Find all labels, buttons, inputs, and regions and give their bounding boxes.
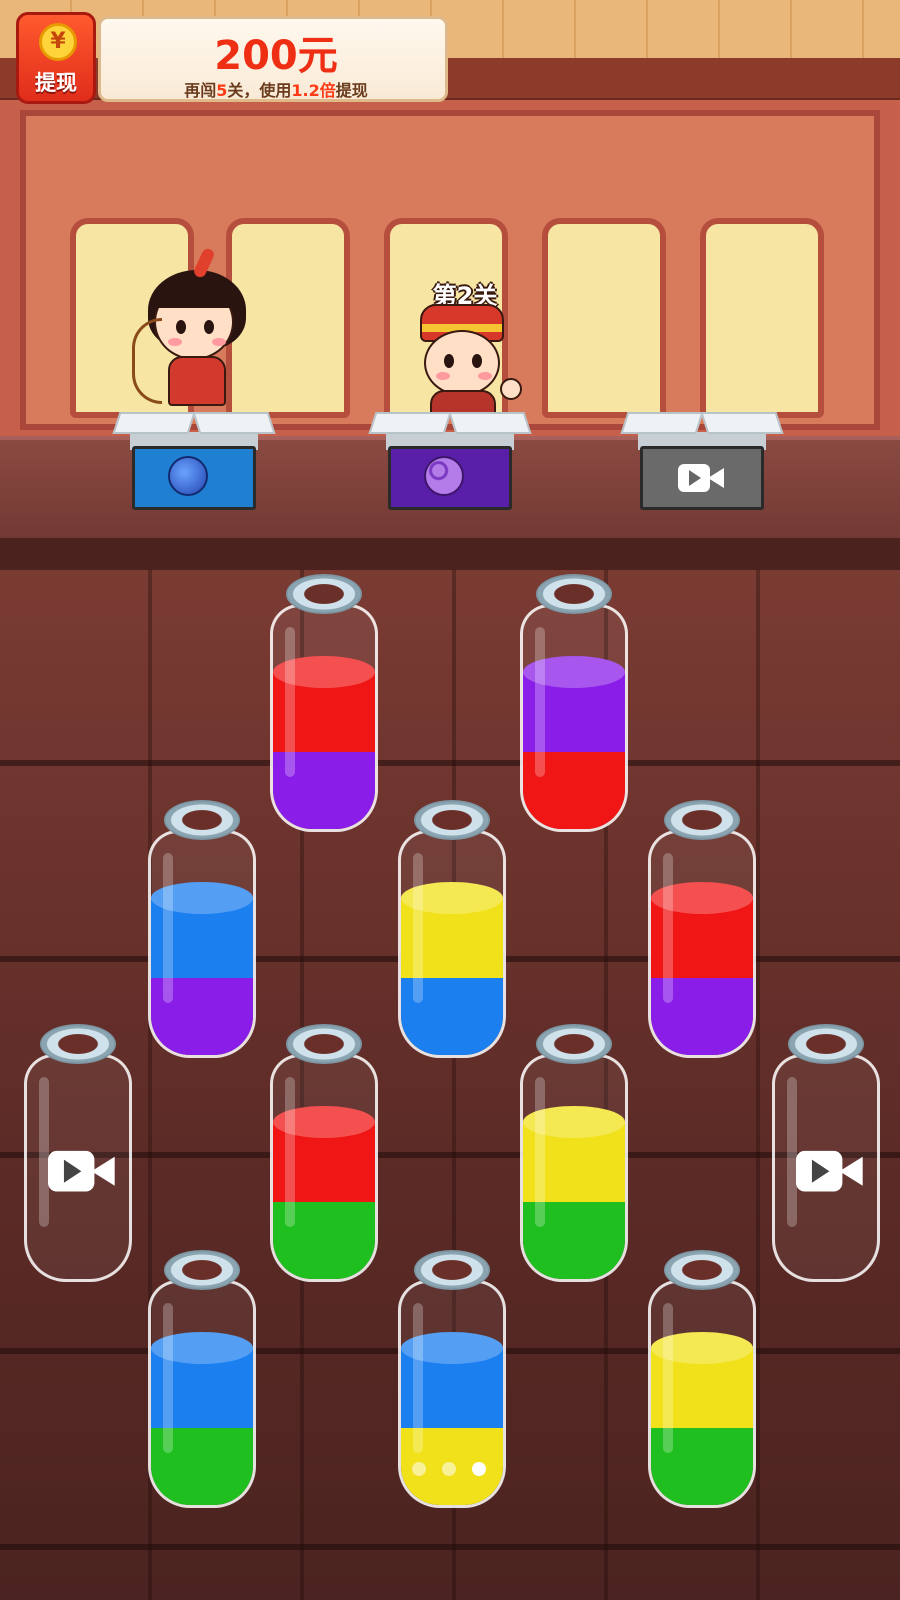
bottle[interactable] <box>520 574 628 832</box>
box-lid <box>112 412 196 434</box>
multiplier: 1.2倍 <box>291 81 336 100</box>
bottle-glass <box>648 1280 756 1508</box>
bangs <box>152 278 236 308</box>
video-icon[interactable] <box>48 1148 115 1194</box>
bottle[interactable] <box>270 1024 378 1282</box>
bottle-glass <box>270 604 378 832</box>
bottle-rim <box>164 1250 240 1290</box>
reward-amount: 200元 <box>214 33 338 79</box>
eye <box>204 320 214 334</box>
bottle[interactable] <box>398 800 506 1058</box>
progress-suffix: 提现 <box>335 81 368 100</box>
collection-box-blueberry <box>112 412 276 512</box>
bottle-rim <box>286 1024 362 1064</box>
video-icon[interactable] <box>796 1148 863 1194</box>
bottle-rim <box>414 800 490 840</box>
glass-shine <box>163 1303 173 1453</box>
eye <box>444 354 454 368</box>
bottle-glass <box>520 1054 628 1282</box>
reward-banner[interactable]: ¥ 提现 200元 再闯5关，使用1.2倍提现 <box>16 12 448 108</box>
glass-shine <box>535 1077 545 1227</box>
glass-shine <box>413 853 423 1003</box>
glass-shine <box>163 853 173 1003</box>
reward-progress-text: 再闯5关，使用1.2倍提现 <box>101 77 451 101</box>
eye <box>472 354 482 368</box>
bottle-rim <box>664 800 740 840</box>
bottle[interactable] <box>648 800 756 1058</box>
bottle[interactable] <box>520 1024 628 1282</box>
bottle[interactable] <box>148 1250 256 1508</box>
grape-icon <box>424 456 464 496</box>
glass-shine <box>413 1303 423 1453</box>
reward-panel: 200元 再闯5关，使用1.2倍提现 <box>98 16 448 102</box>
play-icon <box>811 1159 830 1183</box>
yuan-coin-icon: ¥ <box>39 23 77 61</box>
withdraw-label: 提现 <box>35 71 77 95</box>
bottle[interactable] <box>270 574 378 832</box>
bottle-rim <box>164 800 240 840</box>
blush <box>168 338 182 346</box>
official-boy-character <box>404 298 534 418</box>
collection-box-locked[interactable] <box>620 412 784 512</box>
armor <box>168 356 226 406</box>
counter-edge <box>0 538 900 570</box>
progress-mid: 关，使用 <box>227 81 292 100</box>
bottle-glass <box>270 1054 378 1282</box>
blueberry-icon <box>168 456 208 496</box>
glass-shine <box>285 1077 295 1227</box>
blush <box>478 372 492 380</box>
page-dot <box>442 1462 456 1476</box>
collection-box-grape <box>368 412 532 512</box>
bottle-glass <box>648 830 756 1058</box>
eye <box>176 320 186 334</box>
levels-remaining: 5 <box>216 81 228 100</box>
window <box>700 218 824 418</box>
glass-shine <box>285 627 295 777</box>
blush <box>212 338 226 346</box>
play-icon <box>63 1159 82 1183</box>
bottle-rim <box>414 1250 490 1290</box>
blush <box>436 372 450 380</box>
bottle-rim <box>664 1250 740 1290</box>
bottle-glass <box>398 830 506 1058</box>
head <box>424 330 500 396</box>
bottle[interactable] <box>772 1024 880 1282</box>
bottle-glass <box>148 830 256 1058</box>
camera-lens <box>839 1156 863 1186</box>
game-scene: 第2关 ¥ 提现 200元 再闯5关，使用1.2倍提现 <box>0 0 900 1600</box>
bottle-rim <box>788 1024 864 1064</box>
bottle-rim <box>536 1024 612 1064</box>
glass-shine <box>663 853 673 1003</box>
bottle-glass <box>148 1280 256 1508</box>
bottle-glass <box>520 604 628 832</box>
hand <box>500 378 522 400</box>
box-lid <box>620 412 704 434</box>
progress-prefix: 再闯 <box>184 81 217 100</box>
bottle-rim <box>40 1024 116 1064</box>
page-dot-active <box>472 1462 486 1476</box>
box-lid <box>368 412 452 434</box>
bottle[interactable] <box>648 1250 756 1508</box>
play-icon <box>689 470 701 486</box>
camera-lens <box>708 468 724 488</box>
video-icon[interactable] <box>678 462 724 494</box>
bottle[interactable] <box>148 800 256 1058</box>
glass-shine <box>535 627 545 777</box>
camera-lens <box>91 1156 115 1186</box>
box-lid <box>700 412 784 434</box>
page-dot <box>412 1462 426 1476</box>
box-lid <box>192 412 276 434</box>
bottle-rim <box>536 574 612 614</box>
window <box>542 218 666 418</box>
bottle[interactable] <box>24 1024 132 1282</box>
withdraw-button[interactable]: ¥ 提现 <box>16 12 96 104</box>
box-lid <box>448 412 532 434</box>
page-indicator <box>400 1462 500 1478</box>
bow-icon <box>132 318 162 404</box>
bottle-rim <box>286 574 362 614</box>
archer-girl-character <box>132 244 262 414</box>
glass-shine <box>663 1303 673 1453</box>
